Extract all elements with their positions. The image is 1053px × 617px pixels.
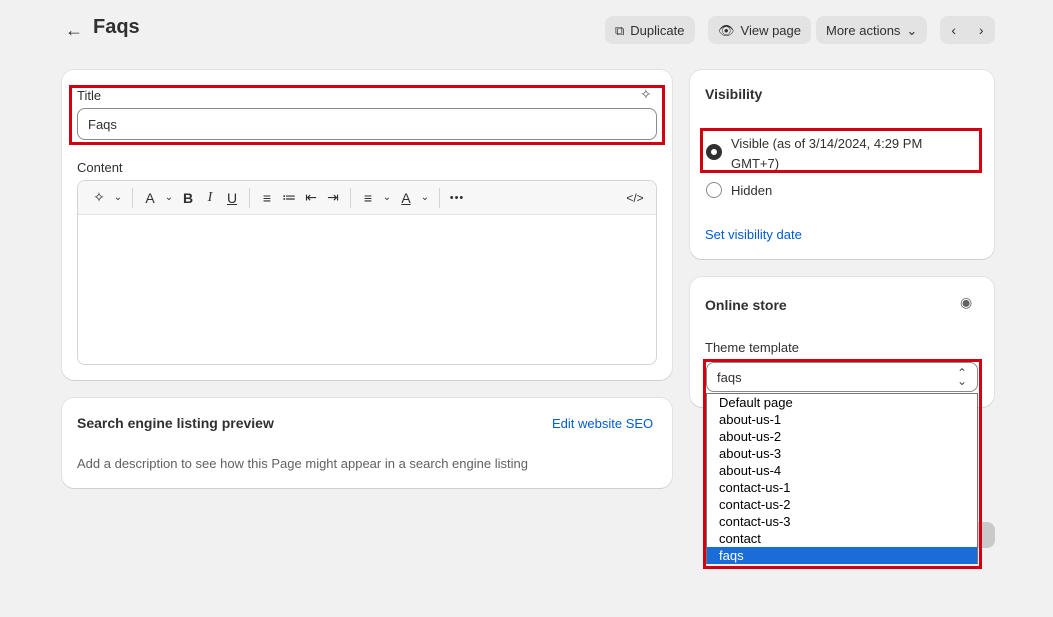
bullet-list-icon[interactable]: ≡ [256,186,278,210]
more-options-icon[interactable]: ••• [446,186,468,210]
visible-radio[interactable] [706,144,722,160]
visible-label: Visible (as of 3/14/2024, 4:29 PM GMT+7) [731,136,923,171]
divider [350,187,351,208]
chevron-down-icon[interactable]: ⌄ [110,186,126,210]
template-option-about-us-2[interactable]: about-us-2 [707,428,977,445]
pagination-nav: ‹ › [940,16,995,44]
content-editor[interactable]: ✧ ⌄ A ⌄ B I U ≡ ≔ ⇤ ⇥ ≡ ⌄ A ⌄ ••• </> [77,180,657,365]
template-option-faqs[interactable]: faqs [707,547,977,564]
view-page-label: View page [740,22,801,38]
editor-toolbar: ✧ ⌄ A ⌄ B I U ≡ ≔ ⇤ ⇥ ≡ ⌄ A ⌄ ••• </> [78,181,656,215]
title-label: Title [77,88,102,103]
back-arrow-icon[interactable]: ← [62,18,86,42]
visibility-title: Visibility [705,86,763,102]
content-label: Content [77,160,123,175]
edit-seo-link[interactable]: Edit website SEO [552,416,653,431]
template-option-contact-us-1[interactable]: contact-us-1 [707,479,977,496]
numbered-list-icon[interactable]: ≔ [278,186,300,210]
divider [132,187,133,208]
sparkle-icon[interactable]: ✧ [640,86,652,103]
underline-icon[interactable]: U [221,186,243,210]
indent-icon[interactable]: ⇥ [322,186,344,210]
seo-description: Add a description to see how this Page m… [77,456,528,471]
select-chevron-icon: ⌃ ⌄ [956,366,967,388]
theme-template-dropdown: Default page about-us-1 about-us-2 about… [706,393,978,564]
eye-icon[interactable]: ◉ [960,294,972,311]
title-input[interactable]: Faqs [77,108,657,140]
more-actions-label: More actions [826,22,901,38]
duplicate-icon: ⧉ [615,22,625,38]
chevron-down-icon[interactable]: ⌄ [161,186,177,210]
seo-title: Search engine listing preview [77,415,274,431]
page-title: Faqs [93,16,140,38]
hidden-label: Hidden [731,183,773,198]
view-page-button[interactable]: 👁 View page [708,16,811,44]
divider [439,187,440,208]
template-option-contact[interactable]: contact [707,530,977,547]
hidden-radio[interactable] [706,182,722,198]
italic-icon[interactable]: I [199,186,221,210]
next-page-icon[interactable]: › [968,16,996,44]
template-option-about-us-4[interactable]: about-us-4 [707,462,977,479]
magic-icon[interactable]: ✧ [88,186,110,210]
divider [249,187,250,208]
online-store-title: Online store [705,297,787,313]
text-color-icon[interactable]: A [395,186,417,210]
template-option-about-us-3[interactable]: about-us-3 [707,445,977,462]
code-view-icon[interactable]: </> [624,186,646,210]
template-option-contact-us-3[interactable]: contact-us-3 [707,513,977,530]
chevron-down-icon[interactable]: ⌄ [379,186,395,210]
bold-icon[interactable]: B [177,186,199,210]
theme-template-label: Theme template [705,340,799,355]
previous-page-icon[interactable]: ‹ [940,16,968,44]
theme-template-value: faqs [717,369,742,385]
theme-template-select[interactable]: faqs ⌃ ⌄ [706,362,978,392]
chevron-down-icon[interactable]: ⌄ [417,186,433,210]
template-option-contact-us-2[interactable]: contact-us-2 [707,496,977,513]
template-option-default-page[interactable]: Default page [707,394,977,411]
more-actions-button[interactable]: More actions ⌄ [816,16,928,44]
seo-card [62,398,672,488]
eye-icon: 👁 [718,22,735,38]
align-icon[interactable]: ≡ [357,186,379,210]
font-style-icon[interactable]: A [139,186,161,210]
chevron-down-icon: ⌄ [906,22,918,38]
set-visibility-date-link[interactable]: Set visibility date [705,227,802,242]
duplicate-label: Duplicate [630,22,685,38]
outdent-icon[interactable]: ⇤ [300,186,322,210]
duplicate-button[interactable]: ⧉ Duplicate [605,16,695,44]
template-option-about-us-1[interactable]: about-us-1 [707,411,977,428]
